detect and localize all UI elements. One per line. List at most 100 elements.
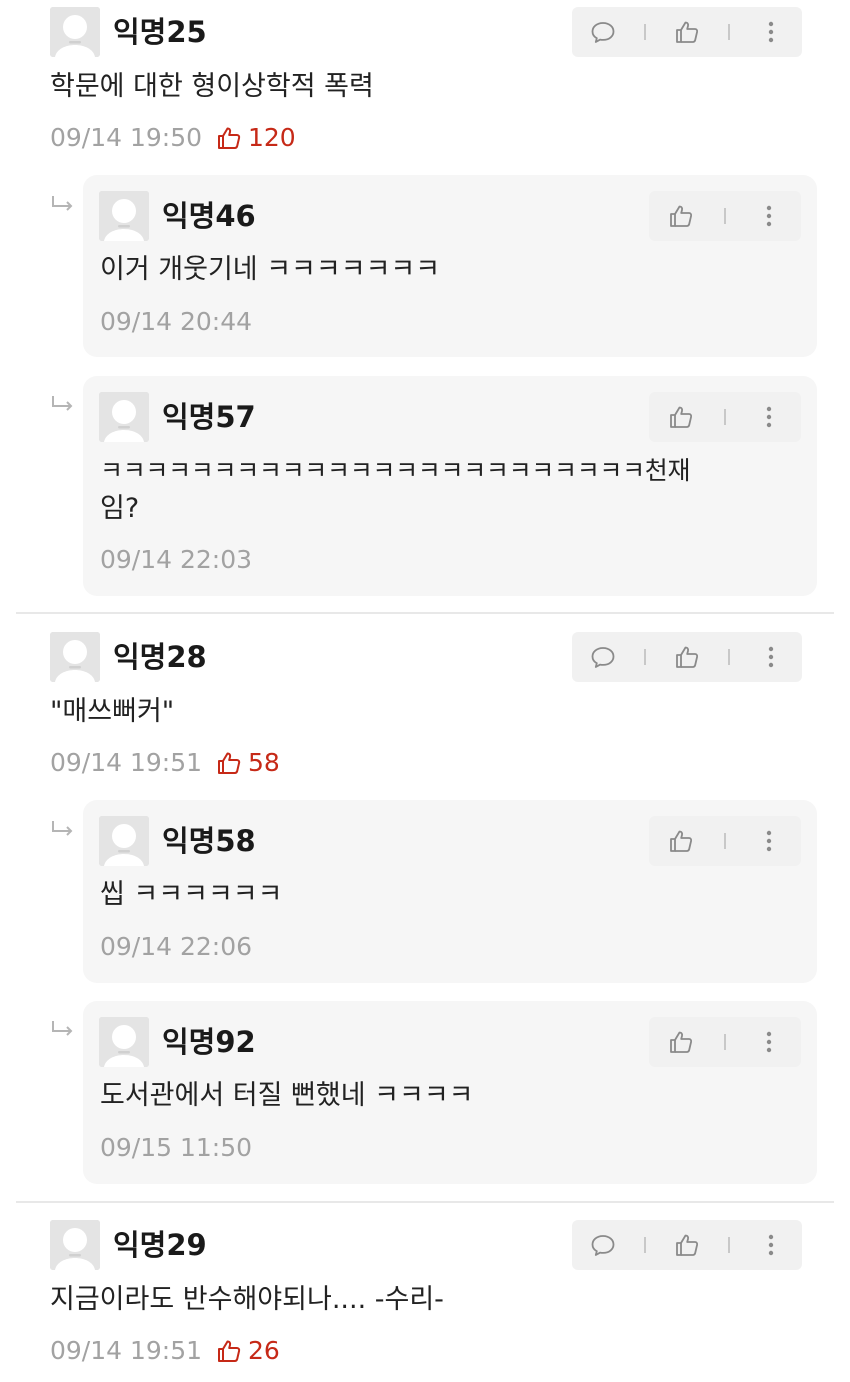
comment: 익명28 "매쓰뻐커" 09/14 19:51 58 익명58 씹 ㅋㅋㅋㅋㅋㅋ… (0, 625, 850, 1200)
like-button[interactable] (659, 194, 703, 238)
reply-button[interactable] (581, 10, 625, 54)
like-count: 58 (216, 746, 280, 780)
reply-button[interactable] (581, 635, 625, 679)
avatar[interactable] (99, 392, 149, 442)
speech-bubble-icon (590, 1232, 616, 1258)
comment-author[interactable]: 익명29 (113, 1225, 207, 1265)
like-button[interactable] (665, 1223, 709, 1267)
avatar[interactable] (99, 1017, 149, 1067)
avatar[interactable] (50, 632, 100, 682)
reply-arrow-icon (50, 194, 76, 216)
thumbs-up-icon (668, 828, 694, 854)
more-vertical-icon (756, 828, 782, 854)
more-vertical-icon (756, 1029, 782, 1055)
comment-divider (16, 612, 834, 614)
thumbs-up-icon (216, 1338, 242, 1364)
comment-actions (572, 632, 802, 682)
reply-text: 이거 개웃기네 ㅋㅋㅋㅋㅋㅋㅋ (100, 254, 441, 285)
more-button[interactable] (747, 1020, 791, 1064)
reply-actions (649, 392, 801, 442)
reply-text: 씹 ㅋㅋㅋㅋㅋㅋ (100, 879, 283, 910)
action-divider (644, 24, 647, 40)
default-avatar-icon (50, 7, 100, 57)
reply: 익명92 도서관에서 터질 뻔했네 ㅋㅋㅋㅋ 09/15 11:50 (83, 1001, 817, 1184)
more-button[interactable] (749, 10, 793, 54)
thumbs-up-icon (674, 19, 700, 45)
reply-time: 09/15 11:50 (100, 1133, 253, 1162)
action-divider (723, 833, 726, 849)
comment: 익명29 지금이라도 반수해야되나.... -수리- 09/14 19:51 2… (0, 1213, 850, 1382)
reply-actions (649, 191, 801, 241)
speech-bubble-icon (590, 19, 616, 45)
reply-arrow-icon (50, 1019, 76, 1041)
action-divider (723, 208, 726, 224)
thumbs-up-icon (668, 404, 694, 430)
more-button[interactable] (749, 1223, 793, 1267)
comment-time: 09/14 19:51 (50, 1336, 203, 1365)
thumbs-up-icon (674, 1232, 700, 1258)
comment-text: 학문에 대한 형이상학적 폭력 (50, 71, 374, 102)
more-vertical-icon (756, 203, 782, 229)
more-button[interactable] (747, 819, 791, 863)
reply-author[interactable]: 익명58 (162, 821, 256, 861)
like-count-value: 26 (248, 1336, 280, 1365)
reply-time: 09/14 22:03 (100, 545, 253, 574)
comment-author[interactable]: 익명25 (113, 12, 207, 52)
default-avatar-icon (99, 816, 149, 866)
like-count: 26 (216, 1334, 280, 1368)
reply-arrow-icon (50, 394, 76, 416)
like-button[interactable] (665, 635, 709, 679)
comment: 익명25 학문에 대한 형이상학적 폭력 09/14 19:50 120 익명4… (0, 0, 850, 612)
reply: 익명58 씹 ㅋㅋㅋㅋㅋㅋ 09/14 22:06 (83, 800, 817, 983)
action-divider (727, 649, 730, 665)
like-button[interactable] (659, 1020, 703, 1064)
action-divider (644, 1237, 647, 1253)
like-count-value: 120 (248, 123, 296, 152)
default-avatar-icon (99, 392, 149, 442)
comment-time: 09/14 19:50 (50, 123, 203, 152)
reply-text-line: 임? (100, 493, 140, 524)
comment-divider (16, 1201, 834, 1203)
avatar[interactable] (50, 1220, 100, 1270)
reply-time: 09/14 20:44 (100, 307, 253, 336)
avatar[interactable] (99, 816, 149, 866)
default-avatar-icon (99, 1017, 149, 1067)
thumbs-up-icon (668, 1029, 694, 1055)
reply-author[interactable]: 익명46 (162, 196, 256, 236)
comment-actions (572, 7, 802, 57)
action-divider (723, 1034, 726, 1050)
more-button[interactable] (747, 194, 791, 238)
more-vertical-icon (758, 19, 784, 45)
comment-text: "매쓰뻐커" (50, 696, 175, 727)
comment-actions (572, 1220, 802, 1270)
default-avatar-icon (50, 1220, 100, 1270)
speech-bubble-icon (590, 644, 616, 670)
thumbs-up-icon (216, 750, 242, 776)
reply-arrow-icon (50, 819, 76, 841)
reply: 익명46 이거 개웃기네 ㅋㅋㅋㅋㅋㅋㅋ 09/14 20:44 (83, 175, 817, 357)
default-avatar-icon (99, 191, 149, 241)
reply-author[interactable]: 익명57 (162, 397, 256, 437)
like-button[interactable] (659, 395, 703, 439)
reply-button[interactable] (581, 1223, 625, 1267)
reply-time: 09/14 22:06 (100, 932, 253, 961)
avatar[interactable] (99, 191, 149, 241)
thumbs-up-icon (674, 644, 700, 670)
more-vertical-icon (756, 404, 782, 430)
like-button[interactable] (659, 819, 703, 863)
reply-actions (649, 816, 801, 866)
more-button[interactable] (747, 395, 791, 439)
avatar[interactable] (50, 7, 100, 57)
thumbs-up-icon (668, 203, 694, 229)
reply-author[interactable]: 익명92 (162, 1022, 256, 1062)
reply-text-line: ㅋㅋㅋㅋㅋㅋㅋㅋㅋㅋㅋㅋㅋㅋㅋㅋㅋㅋㅋㅋㅋㅋㅋㅋ천재 (100, 456, 691, 485)
like-button[interactable] (665, 10, 709, 54)
more-button[interactable] (749, 635, 793, 679)
comment-author[interactable]: 익명28 (113, 637, 207, 677)
like-count: 120 (216, 121, 296, 155)
reply: 익명57 ㅋㅋㅋㅋㅋㅋㅋㅋㅋㅋㅋㅋㅋㅋㅋㅋㅋㅋㅋㅋㅋㅋㅋㅋ천재 임? 09/14… (83, 376, 817, 596)
thumbs-up-icon (216, 125, 242, 151)
comment-text: 지금이라도 반수해야되나.... -수리- (50, 1284, 444, 1315)
reply-actions (649, 1017, 801, 1067)
comment-time: 09/14 19:51 (50, 748, 203, 777)
